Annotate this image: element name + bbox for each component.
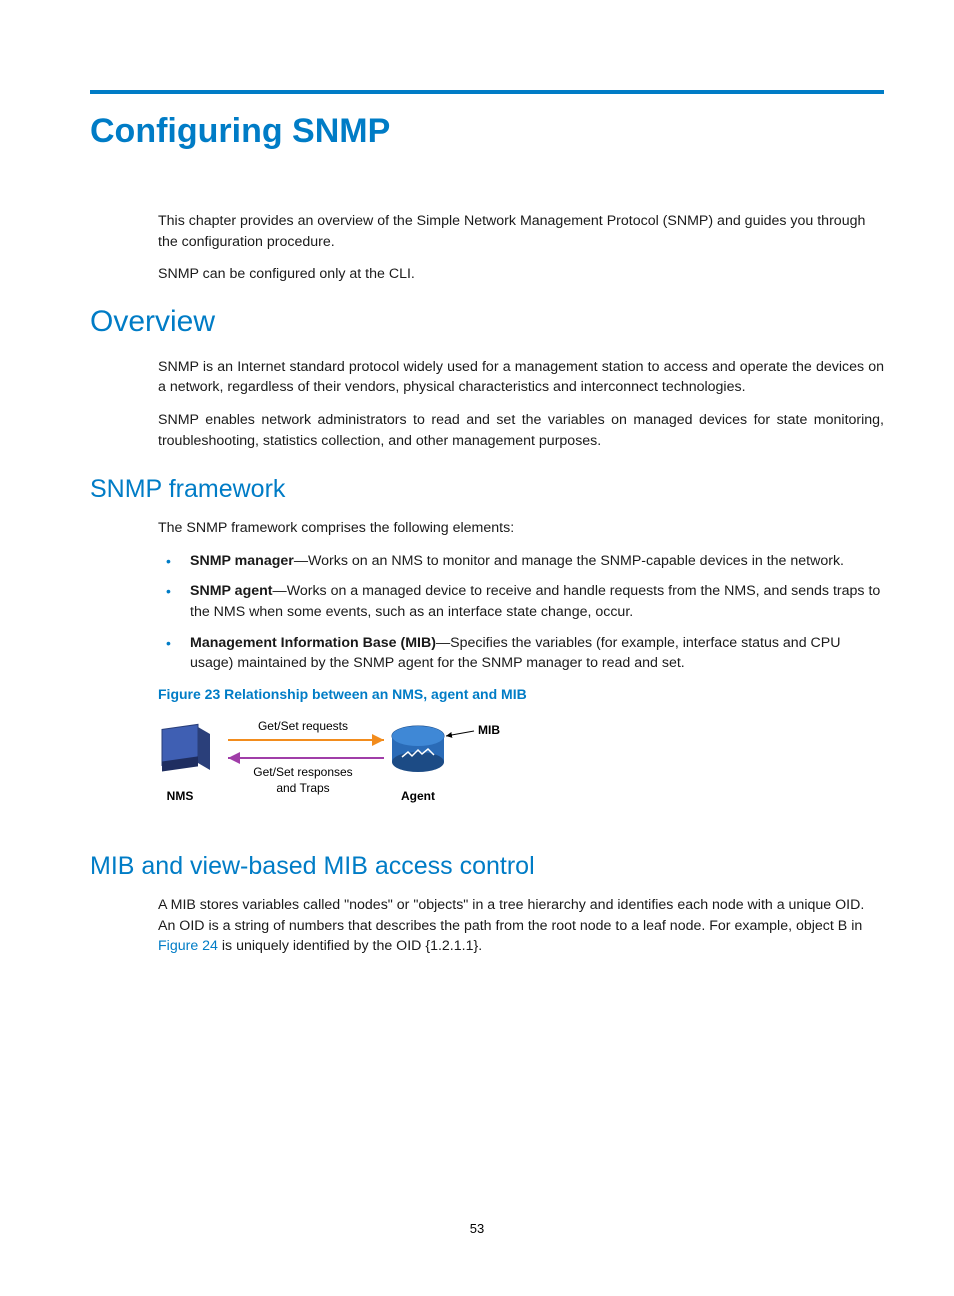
resp-label-2: and Traps — [276, 781, 329, 795]
nms-icon — [162, 724, 210, 771]
mib-p1b: is uniquely identified by the OID {1.2.1… — [218, 938, 482, 954]
resp-label-1: Get/Set responses — [253, 765, 352, 779]
mib-label: MIB — [478, 723, 500, 737]
mib-p1: A MIB stores variables called "nodes" or… — [158, 895, 884, 957]
figure-24-link[interactable]: Figure 24 — [158, 938, 218, 954]
overview-block: SNMP is an Internet standard protocol wi… — [158, 357, 884, 451]
overview-p1: SNMP is an Internet standard protocol wi… — [158, 357, 884, 398]
bullet-desc: —Works on an NMS to monitor and manage t… — [294, 553, 844, 569]
intro-p2: SNMP can be configured only at the CLI. — [158, 264, 884, 285]
framework-bullets: SNMP manager—Works on an NMS to monitor … — [158, 551, 884, 674]
page-number: 53 — [0, 1221, 954, 1236]
agent-icon — [392, 726, 444, 772]
framework-heading: SNMP framework — [90, 475, 884, 504]
nms-label: NMS — [167, 789, 194, 803]
bullet-item: SNMP manager—Works on an NMS to monitor … — [158, 551, 884, 572]
overview-p2: SNMP enables network administrators to r… — [158, 410, 884, 451]
intro-p1: This chapter provides an overview of the… — [158, 211, 884, 252]
bullet-term: SNMP manager — [190, 553, 294, 569]
agent-label: Agent — [401, 789, 435, 803]
figure-caption: Figure 23 Relationship between an NMS, a… — [158, 684, 884, 704]
framework-lead: The SNMP framework comprises the followi… — [158, 518, 884, 539]
intro-block: This chapter provides an overview of the… — [158, 211, 884, 285]
page-title: Configuring SNMP — [90, 112, 884, 151]
mib-block: A MIB stores variables called "nodes" or… — [158, 895, 884, 957]
top-rule — [90, 90, 884, 94]
overview-heading: Overview — [90, 305, 884, 339]
framework-block: The SNMP framework comprises the followi… — [158, 518, 884, 822]
figure-23: NMS Agent MIB Get/Set requests — [158, 712, 884, 822]
bullet-item: SNMP agent—Works on a managed device to … — [158, 581, 884, 622]
bullet-term: Management Information Base (MIB) — [190, 635, 436, 651]
bullet-desc: —Works on a managed device to receive an… — [190, 583, 880, 620]
bullet-term: SNMP agent — [190, 583, 273, 599]
mib-pointer — [446, 731, 474, 736]
mib-heading: MIB and view-based MIB access control — [90, 852, 884, 881]
mib-p1a: A MIB stores variables called "nodes" or… — [158, 897, 864, 934]
bullet-item: Management Information Base (MIB)—Specif… — [158, 633, 884, 674]
req-label: Get/Set requests — [258, 719, 348, 733]
